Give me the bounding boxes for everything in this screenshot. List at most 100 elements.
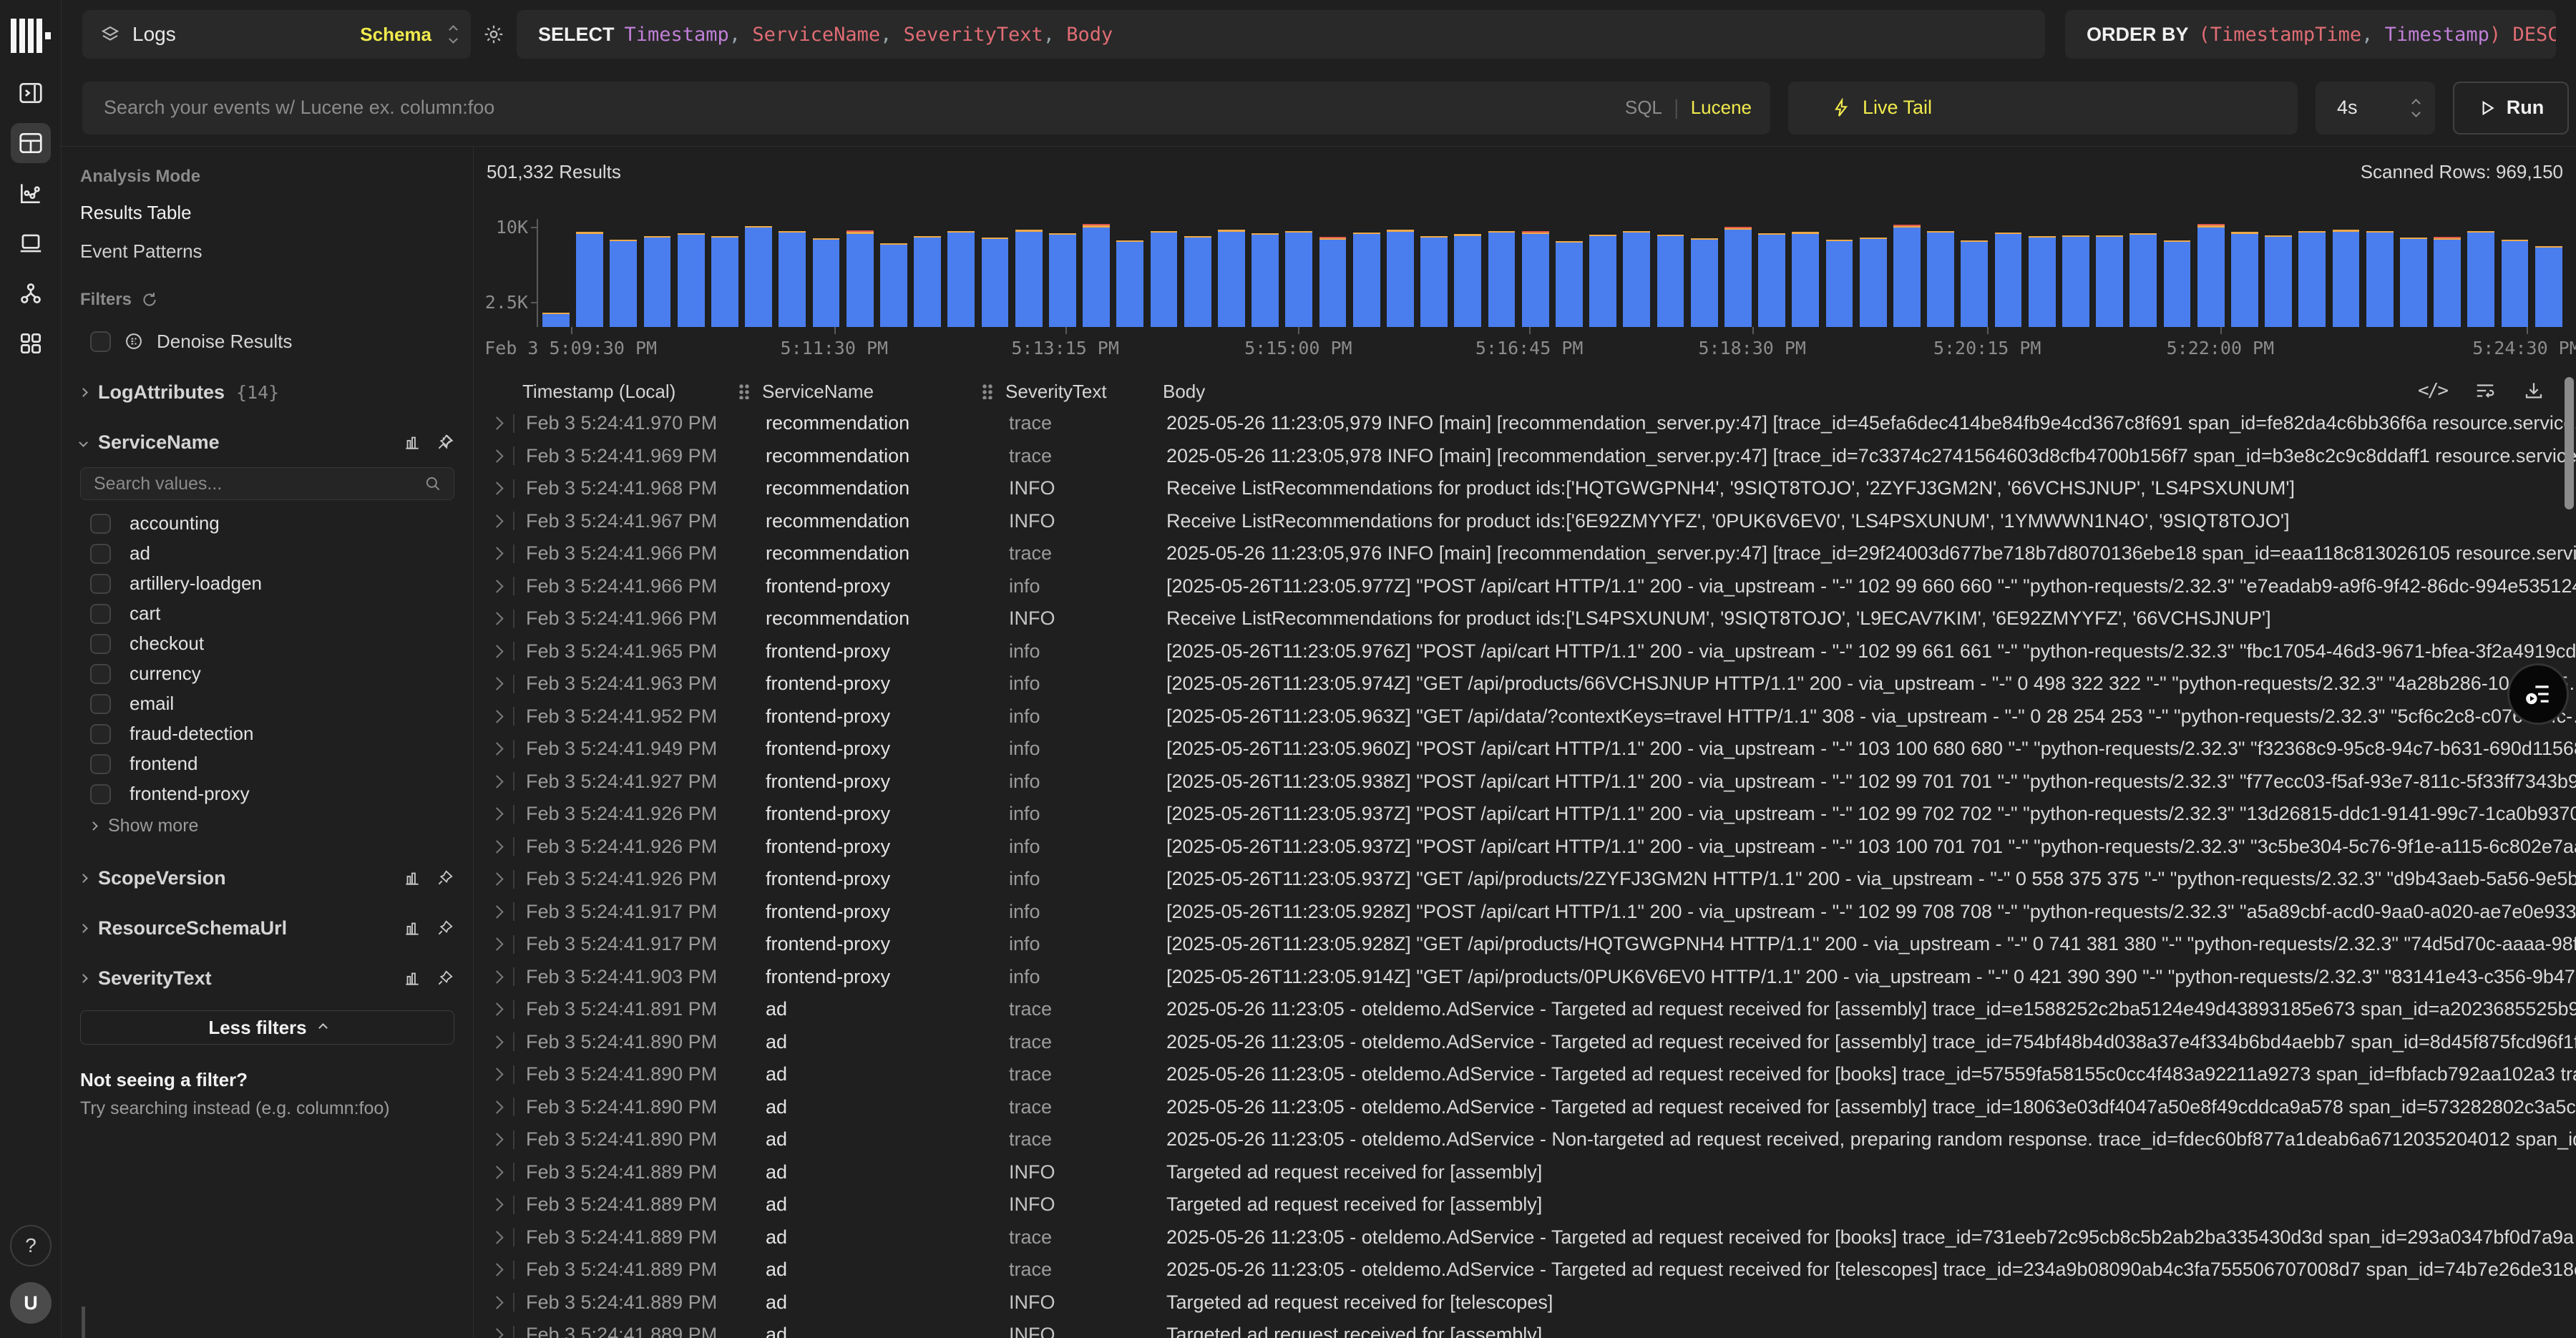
- row-expand-icon[interactable]: [490, 905, 503, 918]
- histogram-bar[interactable]: [2197, 215, 2225, 327]
- table-row[interactable]: Feb 3 5:24:41.889 PMadINFOTargeted ad re…: [474, 1286, 2576, 1319]
- histogram-bar[interactable]: [542, 215, 570, 327]
- wrap-lines-icon[interactable]: [2474, 380, 2496, 401]
- row-expand-icon[interactable]: [490, 970, 503, 983]
- histogram-bar[interactable]: [914, 215, 941, 327]
- histogram-bar[interactable]: [1623, 215, 1650, 327]
- floating-filter-button[interactable]: [2507, 663, 2569, 725]
- filter-group-resourceschemaurl[interactable]: ResourceSchemaUrl: [80, 914, 454, 942]
- histogram-bar[interactable]: [745, 215, 772, 327]
- row-expand-icon[interactable]: [490, 1166, 503, 1178]
- row-expand-icon[interactable]: [490, 1133, 503, 1146]
- histogram-bar[interactable]: [1589, 215, 1616, 327]
- nav-search-icon[interactable]: [11, 73, 51, 113]
- histogram-bar[interactable]: [2502, 215, 2529, 327]
- denoise-results-option[interactable]: Denoise Results: [80, 327, 454, 356]
- table-row[interactable]: Feb 3 5:24:41.926 PMfrontend-proxyinfo[2…: [474, 798, 2576, 831]
- service-checkbox[interactable]: [90, 544, 111, 564]
- histogram-bar[interactable]: [1353, 215, 1380, 327]
- table-row[interactable]: Feb 3 5:24:41.917 PMfrontend-proxyinfo[2…: [474, 928, 2576, 961]
- row-expand-icon[interactable]: [490, 1198, 503, 1211]
- table-row[interactable]: Feb 3 5:24:41.890 PMadtrace2025-05-26 11…: [474, 1091, 2576, 1124]
- histogram-bar[interactable]: [678, 215, 705, 327]
- nav-results-table-icon[interactable]: [11, 123, 51, 163]
- histogram-bar[interactable]: [1387, 215, 1414, 327]
- filter-group-scopeversion[interactable]: ScopeVersion: [80, 864, 454, 892]
- table-row[interactable]: Feb 3 5:24:41.889 PMadINFOTargeted ad re…: [474, 1156, 2576, 1189]
- histogram-bar[interactable]: [2164, 215, 2191, 327]
- row-expand-icon[interactable]: [490, 645, 503, 658]
- service-checkbox[interactable]: [90, 754, 111, 774]
- histogram-bar[interactable]: [947, 215, 975, 327]
- histogram-bar[interactable]: [2265, 215, 2292, 327]
- download-icon[interactable]: [2523, 380, 2545, 401]
- histogram-bar[interactable]: [2366, 215, 2394, 327]
- row-expand-icon[interactable]: [490, 938, 503, 951]
- histogram-bar[interactable]: [1927, 215, 1954, 327]
- table-row[interactable]: Feb 3 5:24:41.965 PMfrontend-proxyinfo[2…: [474, 635, 2576, 668]
- chart-toggle-icon[interactable]: [403, 919, 421, 937]
- row-expand-icon[interactable]: [490, 840, 503, 853]
- refresh-interval-select[interactable]: 4s: [2316, 82, 2435, 135]
- column-header-body[interactable]: Body: [1163, 381, 2576, 403]
- table-row[interactable]: Feb 3 5:24:41.926 PMfrontend-proxyinfo[2…: [474, 863, 2576, 896]
- histogram-bar[interactable]: [880, 215, 907, 327]
- histogram-bar[interactable]: [1319, 215, 1347, 327]
- run-button[interactable]: Run: [2453, 82, 2569, 135]
- service-checkbox[interactable]: [90, 694, 111, 714]
- row-expand-icon[interactable]: [490, 1264, 503, 1276]
- histogram-bar[interactable]: [2096, 215, 2123, 327]
- histogram-bar[interactable]: [982, 215, 1009, 327]
- row-expand-icon[interactable]: [490, 873, 503, 886]
- histogram-bar[interactable]: [1454, 215, 1481, 327]
- row-expand-icon[interactable]: [490, 1068, 503, 1081]
- chart-toggle-icon[interactable]: [403, 433, 421, 451]
- service-filter-item[interactable]: cart: [80, 599, 454, 628]
- row-expand-icon[interactable]: [490, 514, 503, 527]
- table-row[interactable]: Feb 3 5:24:41.890 PMadtrace2025-05-26 11…: [474, 1058, 2576, 1091]
- nav-services-icon[interactable]: [11, 273, 51, 313]
- source-selector[interactable]: Logs Schema: [82, 10, 471, 59]
- row-expand-icon[interactable]: [490, 482, 503, 495]
- source-settings-button[interactable]: [482, 23, 505, 46]
- table-row[interactable]: Feb 3 5:24:41.967 PMrecommendationINFORe…: [474, 505, 2576, 538]
- histogram-bar[interactable]: [1556, 215, 1583, 327]
- chart-toggle-icon[interactable]: [403, 869, 421, 887]
- histogram-bar[interactable]: [1522, 215, 1549, 327]
- table-row[interactable]: Feb 3 5:24:41.891 PMadtrace2025-05-26 11…: [474, 993, 2576, 1026]
- row-expand-icon[interactable]: [490, 743, 503, 756]
- denoise-checkbox[interactable]: [90, 331, 111, 352]
- pin-icon[interactable]: [436, 919, 454, 937]
- histogram-bar[interactable]: [1826, 215, 1853, 327]
- service-checkbox[interactable]: [90, 514, 111, 534]
- histogram-bar[interactable]: [1488, 215, 1516, 327]
- table-row[interactable]: Feb 3 5:24:41.969 PMrecommendationtrace2…: [474, 440, 2576, 473]
- row-expand-icon[interactable]: [490, 808, 503, 821]
- table-row[interactable]: Feb 3 5:24:41.952 PMfrontend-proxyinfo[2…: [474, 700, 2576, 733]
- nav-sessions-icon[interactable]: [11, 223, 51, 263]
- table-row[interactable]: Feb 3 5:24:41.968 PMrecommendationINFORe…: [474, 472, 2576, 505]
- histogram-bar[interactable]: [779, 215, 806, 327]
- row-expand-icon[interactable]: [490, 1035, 503, 1048]
- histogram-bar[interactable]: [2029, 215, 2056, 327]
- histogram-bar[interactable]: [2434, 215, 2461, 327]
- results-histogram[interactable]: 10K2.5K Feb 3 5:09:30 PM5:11:30 PM5:13:1…: [542, 215, 2569, 379]
- service-filter-item[interactable]: checkout: [80, 629, 454, 658]
- pin-icon[interactable]: [436, 869, 454, 887]
- histogram-bar[interactable]: [644, 215, 671, 327]
- histogram-bar[interactable]: [2333, 215, 2360, 327]
- histogram-bar[interactable]: [1995, 215, 2022, 327]
- lucene-toggle[interactable]: Lucene: [1691, 97, 1752, 119]
- row-expand-icon[interactable]: [490, 580, 503, 592]
- histogram-bar[interactable]: [1758, 215, 1785, 327]
- histogram-bar[interactable]: [1724, 215, 1752, 327]
- table-row[interactable]: Feb 3 5:24:41.889 PMadINFOTargeted ad re…: [474, 1188, 2576, 1221]
- row-expand-icon[interactable]: [490, 775, 503, 788]
- chart-toggle-icon[interactable]: [403, 969, 421, 987]
- vertical-scrollbar[interactable]: [2565, 377, 2574, 509]
- event-search-input[interactable]: Search your events w/ Lucene ex. column:…: [82, 82, 1770, 135]
- column-header-timestamp-local-[interactable]: Timestamp (Local): [522, 381, 762, 403]
- table-row[interactable]: Feb 3 5:24:41.890 PMadtrace2025-05-26 11…: [474, 1123, 2576, 1156]
- histogram-bar[interactable]: [711, 215, 738, 327]
- live-tail-button[interactable]: Live Tail: [1788, 82, 2298, 135]
